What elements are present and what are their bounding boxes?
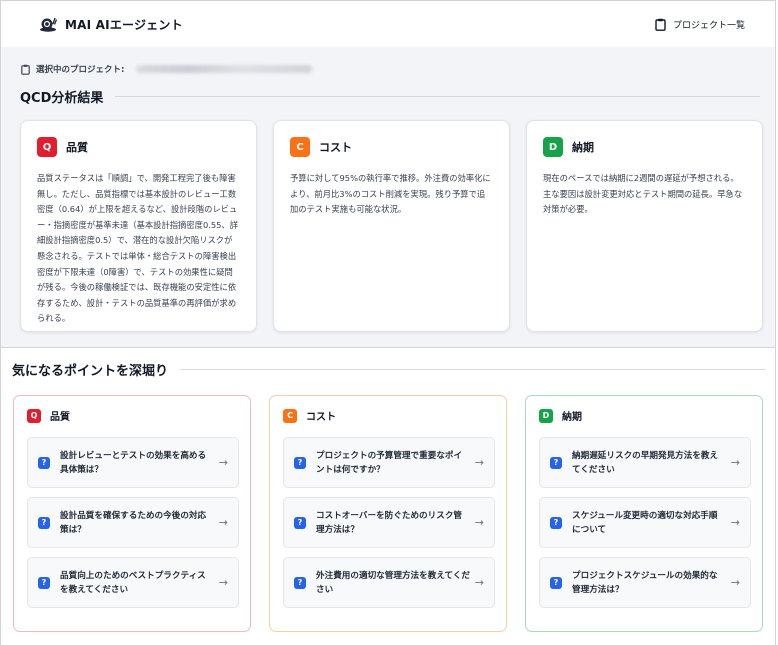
question-mark-icon: ?	[38, 516, 50, 529]
qcd-section-title: QCD分析結果	[20, 87, 760, 106]
question-mark-icon: ?	[38, 576, 50, 589]
question-mark-icon: ?	[38, 456, 50, 469]
question-mark-icon: ?	[294, 576, 306, 589]
question-button[interactable]: ? プロジェクトスケジュールの効果的な管理方法は？ →	[539, 557, 751, 608]
arrow-right-icon: →	[730, 456, 740, 469]
app-window: MAI AIエージェント プロジェクト一覧 選択中のプロジェクト: QCD分析結…	[0, 0, 776, 645]
question-text: 設計レビューとテストの効果を高める具体策は？	[60, 450, 207, 475]
question-button[interactable]: ? コストオーバーを防ぐためのリスク管理方法は？ →	[283, 497, 495, 548]
quality-analysis-card: Q 品質 品質ステータスは「順調」で、開発工程完了後も障害無し。ただし、品質指標…	[20, 120, 257, 332]
card-body: 品質ステータスは「順調」で、開発工程完了後も障害無し。ただし、品質指標では基本設…	[37, 173, 239, 324]
question-text: 品質向上のためのベストプラクティスを教えてください	[60, 570, 206, 595]
arrow-right-icon: →	[474, 516, 484, 529]
question-mark-icon: ?	[294, 456, 306, 469]
card-body: 予算に対して95%の執行率で推移。外注費の効率化により、前月比3%のコスト削減を…	[290, 173, 491, 215]
deep-dive-title: 気になるポイントを深堀り	[12, 360, 766, 379]
arrow-right-icon: →	[474, 456, 484, 469]
arrow-right-icon: →	[218, 516, 228, 529]
quality-badge: Q	[37, 137, 57, 157]
app-name: MAI AIエージェント	[65, 17, 183, 32]
question-mark-icon: ?	[550, 576, 562, 589]
cost-badge: C	[283, 408, 297, 423]
arrow-right-icon: →	[218, 456, 228, 469]
column-title: コスト	[306, 412, 336, 423]
cost-analysis-card: C コスト 予算に対して95%の執行率で推移。外注費の効率化により、前月比3%の…	[273, 120, 510, 332]
selected-project: 選択中のプロジェクト:	[21, 63, 313, 75]
question-text: プロジェクトスケジュールの効果的な管理方法は？	[572, 570, 718, 595]
brand[interactable]: MAI AIエージェント	[39, 15, 183, 33]
column-header: D 納期	[539, 408, 749, 423]
question-text: 外注費用の適切な管理方法を教えてください	[316, 570, 471, 595]
cost-badge: C	[290, 137, 310, 157]
question-button[interactable]: ? 納期遅延リスクの早期発見方法を教えてください →	[539, 437, 751, 488]
qcd-section: 選択中のプロジェクト: QCD分析結果 Q 品質 品質ステータスは「順調」で、開…	[1, 47, 775, 347]
arrow-right-icon: →	[474, 576, 484, 589]
deep-dive-title-text: 気になるポイントを深堀り	[12, 364, 169, 379]
project-list-button[interactable]: プロジェクト一覧	[655, 18, 745, 31]
delivery-badge: D	[539, 408, 553, 423]
question-text: プロジェクトの予算管理で重要なポイントは何ですか？	[316, 450, 463, 475]
arrow-right-icon: →	[730, 516, 740, 529]
delivery-question-column: D 納期 ? 納期遅延リスクの早期発見方法を教えてください → ? スケジュール…	[525, 395, 763, 632]
question-text: 設計品質を確保するための今後の対応策は？	[60, 510, 207, 535]
title-divider	[180, 369, 766, 370]
quality-badge: Q	[27, 408, 41, 423]
project-list-label: プロジェクト一覧	[672, 20, 745, 31]
column-title: 納期	[562, 412, 582, 423]
card-title: コスト	[319, 141, 352, 154]
clipboard-icon	[655, 18, 666, 31]
card-title: 納期	[572, 141, 594, 154]
question-button[interactable]: ? 設計品質を確保するための今後の対応策は？ →	[27, 497, 239, 548]
question-text: 納期遅延リスクの早期発見方法を教えてください	[572, 450, 719, 475]
snail-logo-icon	[40, 17, 57, 32]
column-title: 品質	[50, 412, 70, 423]
title-divider	[115, 96, 760, 97]
delivery-badge: D	[543, 137, 563, 157]
question-button[interactable]: ? 外注費用の適切な管理方法を教えてください →	[283, 557, 495, 608]
app-header: MAI AIエージェント プロジェクト一覧	[1, 1, 775, 47]
qcd-title-text: QCD分析結果	[20, 91, 104, 106]
question-mark-icon: ?	[294, 516, 306, 529]
card-header: C コスト	[290, 137, 493, 157]
delivery-analysis-card: D 納期 現在のペースでは納期に2週間の遅延が予想される。主な要因は設計変更対応…	[526, 120, 763, 332]
cost-question-column: C コスト ? プロジェクトの予算管理で重要なポイントは何ですか？ → ? コス…	[269, 395, 507, 632]
quality-question-column: Q 品質 ? 設計レビューとテストの効果を高める具体策は？ → ? 設計品質を確…	[13, 395, 251, 632]
selected-project-label: 選択中のプロジェクト:	[36, 65, 125, 75]
card-header: Q 品質	[37, 137, 240, 157]
arrow-right-icon: →	[218, 576, 228, 589]
card-title: 品質	[66, 141, 88, 154]
blurred-project-name	[136, 65, 313, 73]
question-mark-icon: ?	[550, 456, 562, 469]
arrow-right-icon: →	[730, 576, 740, 589]
column-header: C コスト	[283, 408, 493, 423]
question-mark-icon: ?	[550, 516, 562, 529]
question-button[interactable]: ? 設計レビューとテストの効果を高める具体策は？ →	[27, 437, 239, 488]
question-button[interactable]: ? プロジェクトの予算管理で重要なポイントは何ですか？ →	[283, 437, 495, 488]
card-body: 現在のペースでは納期に2週間の遅延が予想される。主な要因は設計変更対応とテスト期…	[543, 173, 743, 215]
question-text: コストオーバーを防ぐためのリスク管理方法は？	[316, 510, 463, 535]
column-header: Q 品質	[27, 408, 237, 423]
deep-dive-section: 気になるポイントを深堀り Q 品質 ? 設計レビューとテストの効果を高める具体策…	[1, 347, 775, 645]
question-button[interactable]: ? 品質向上のためのベストプラクティスを教えてください →	[27, 557, 239, 608]
question-button[interactable]: ? スケジュール変更時の適切な対応手順について →	[539, 497, 751, 548]
clipboard-icon	[21, 64, 30, 75]
card-header: D 納期	[543, 137, 746, 157]
question-text: スケジュール変更時の適切な対応手順について	[572, 510, 718, 535]
